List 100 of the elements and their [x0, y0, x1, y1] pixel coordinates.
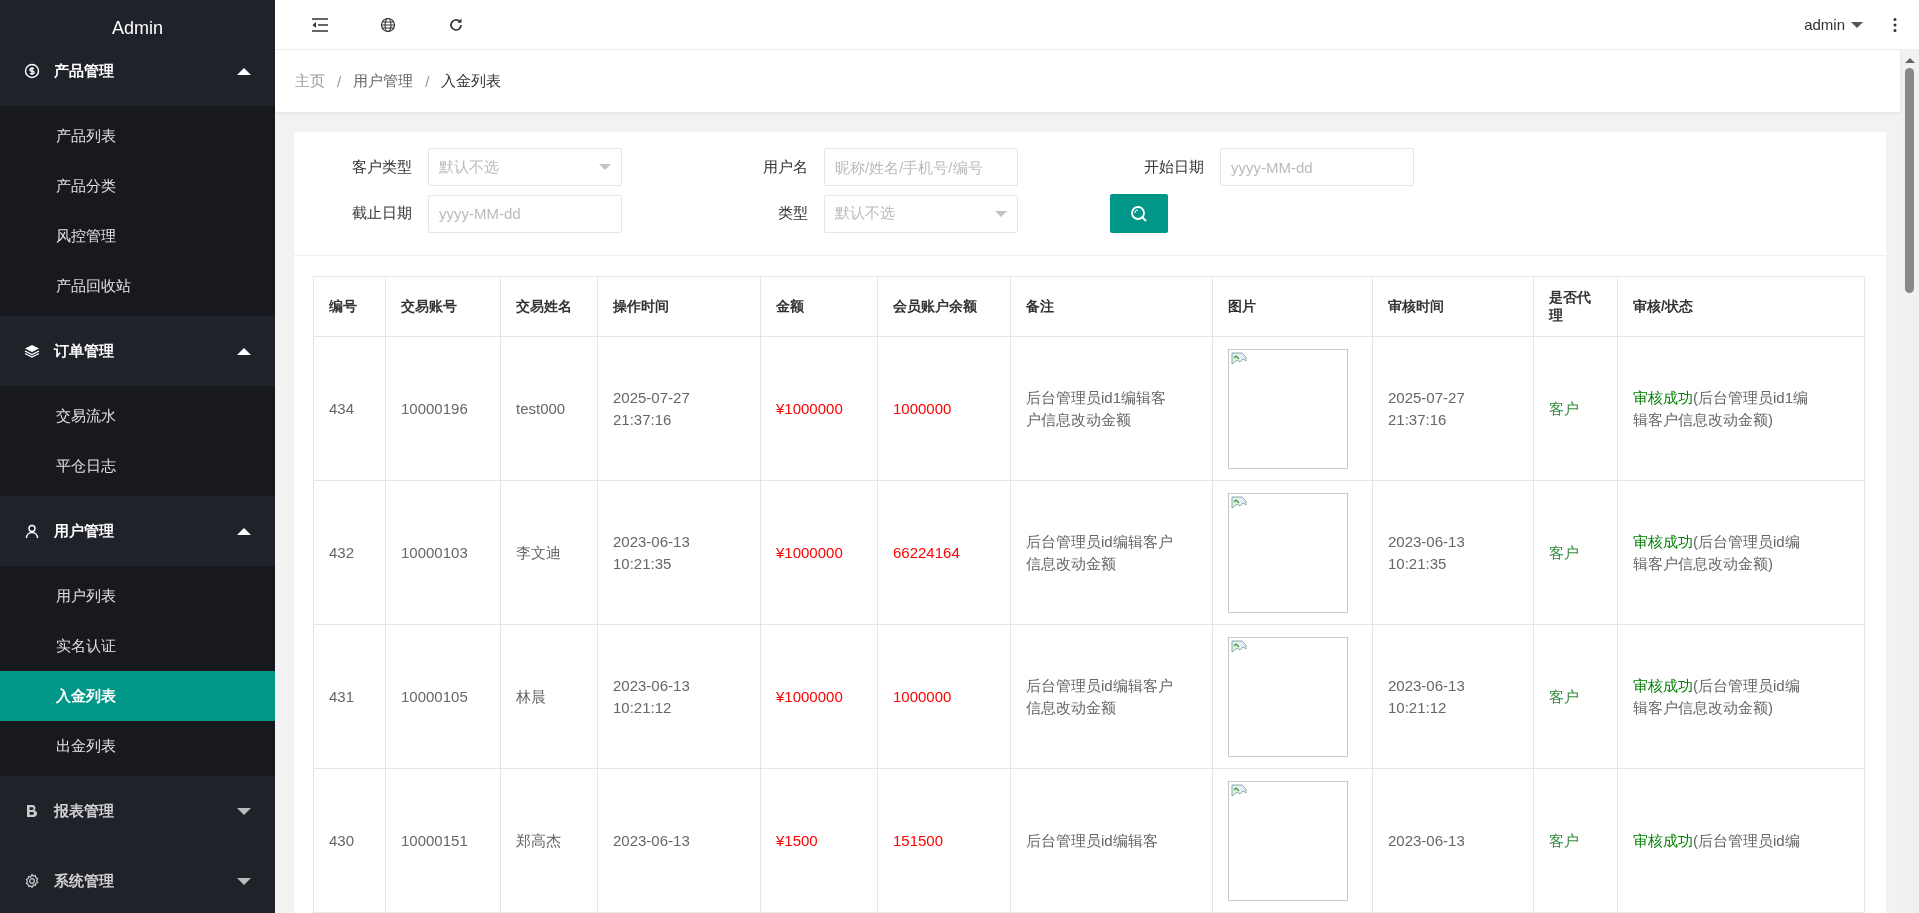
input-field[interactable]: 昵称/姓名/手机号/编号: [824, 148, 1018, 186]
filter-label: 开始日期: [1143, 157, 1204, 177]
brand-title: Admin: [111, 17, 164, 36]
menu-fold-icon[interactable]: [311, 16, 329, 33]
menu-group[interactable]: 系统管理: [0, 846, 275, 913]
table-cell: 431: [313, 624, 386, 769]
table-cell: 后台管理员id1编辑客户信息改动金额: [1010, 336, 1213, 481]
table-cell: 郑高杰: [500, 768, 598, 913]
table-cell: ¥1000000: [760, 480, 878, 625]
search-icon: [1129, 203, 1149, 224]
scrollbar[interactable]: [1900, 50, 1919, 913]
filter-label: 客户类型: [351, 157, 412, 177]
breadcrumb-separator: /: [425, 72, 430, 90]
table-cell: 审核成功(后台管理员id编辑客户信息改动金额): [1617, 624, 1865, 769]
caret-icon: [237, 67, 251, 75]
table-cell: 李文迪: [500, 480, 598, 625]
table-cell: 审核成功(后台管理员id编辑客户信息改动金额): [1617, 480, 1865, 625]
broken-image-icon: [1231, 639, 1247, 656]
table-cell: 10000103: [385, 480, 501, 625]
table-cell: 10000151: [385, 768, 501, 913]
table-cell: 后台管理员id编辑客: [1010, 768, 1213, 913]
broken-image-icon: [1231, 783, 1247, 800]
column-header: 图片: [1212, 276, 1373, 337]
table-cell: 66224164: [877, 480, 1011, 625]
user-icon: [24, 523, 40, 539]
table-cell: 10000105: [385, 624, 501, 769]
table-cell: 客户: [1533, 480, 1618, 625]
menu-group[interactable]: 报表管理: [0, 776, 275, 846]
menu-group[interactable]: 用户管理: [0, 496, 275, 566]
breadcrumb-link[interactable]: 用户管理: [353, 71, 414, 91]
table-cell: 1000000: [877, 336, 1011, 481]
table-cell: 后台管理员id编辑客户信息改动金额: [1010, 480, 1213, 625]
table-cell: 10000196: [385, 336, 501, 481]
menu-item[interactable]: 产品回收站: [0, 261, 275, 311]
table-cell: 2023-06-13: [1372, 768, 1534, 913]
filter-label: 用户名: [762, 157, 808, 177]
menu-item[interactable]: 产品列表: [0, 111, 275, 161]
filter-label: 类型: [777, 204, 808, 223]
table-cell: 后台管理员id编辑客户信息改动金额: [1010, 624, 1213, 769]
table-cell: 2023-06-13 10:21:12: [597, 624, 761, 769]
menu-item[interactable]: 出金列表: [0, 721, 275, 771]
menu-item[interactable]: 平仓日志: [0, 441, 275, 491]
user-menu[interactable]: admin: [1804, 16, 1845, 33]
search-button[interactable]: [1110, 194, 1168, 233]
column-header: 金额: [760, 276, 878, 337]
column-header: 审核/状态: [1617, 276, 1865, 337]
broken-image-icon: [1231, 495, 1247, 512]
caret-icon: [237, 347, 251, 355]
table-cell: ¥1000000: [760, 624, 878, 769]
column-header: 操作时间: [597, 276, 761, 337]
table-cell: test000: [500, 336, 598, 481]
table-cell: 151500: [877, 768, 1011, 913]
globe-icon[interactable]: [379, 16, 397, 33]
breadcrumb-separator: /: [337, 72, 342, 90]
table-cell: 2025-07-27 21:37:16: [1372, 336, 1534, 481]
table-cell: 客户: [1533, 336, 1618, 481]
menu-item[interactable]: 风控管理: [0, 211, 275, 261]
table-cell: 2023-06-13: [597, 768, 761, 913]
layers-icon: [24, 343, 40, 359]
more-vertical-icon[interactable]: [1893, 16, 1897, 33]
menu-group[interactable]: 产品管理: [0, 36, 275, 106]
column-header: 会员账户余额: [877, 276, 1011, 337]
table-cell: 430: [313, 768, 386, 913]
table-cell: 审核成功(后台管理员id1编辑客户信息改动金额): [1617, 336, 1865, 481]
table-cell: 客户: [1533, 768, 1618, 913]
caret-icon: [1851, 21, 1863, 28]
menu-item[interactable]: 实名认证: [0, 621, 275, 671]
menu-item[interactable]: 产品分类: [0, 161, 275, 211]
table-cell: 432: [313, 480, 386, 625]
caret-icon: [237, 527, 251, 535]
caret-icon: [237, 877, 251, 885]
caret-icon: [599, 164, 611, 170]
menu-item[interactable]: 交易流水: [0, 391, 275, 441]
table-cell: 2025-07-27 21:37:16: [597, 336, 761, 481]
column-header: 编号: [313, 276, 386, 337]
gear-icon: [24, 873, 40, 889]
table-cell: 林晨: [500, 624, 598, 769]
breadcrumb-link[interactable]: 入金列表: [441, 71, 502, 91]
menu-item[interactable]: 入金列表: [0, 671, 275, 721]
menu-item[interactable]: 用户列表: [0, 571, 275, 621]
input-field[interactable]: yyyy-MM-dd: [428, 194, 622, 233]
caret-icon: [995, 210, 1007, 217]
table-cell: 434: [313, 336, 386, 481]
table-cell: ¥1000000: [760, 336, 878, 481]
column-header: 交易姓名: [500, 276, 598, 337]
menu-group[interactable]: 订单管理: [0, 316, 275, 386]
table-cell: 审核成功(后台管理员id编: [1617, 768, 1865, 913]
dollar-icon: [24, 63, 40, 79]
table-cell: ¥1500: [760, 768, 878, 913]
column-header: 交易账号: [385, 276, 501, 337]
filter-label: 截止日期: [351, 204, 412, 223]
table-cell: 客户: [1533, 624, 1618, 769]
input-field[interactable]: yyyy-MM-dd: [1220, 148, 1414, 186]
column-header: 是否代理: [1533, 276, 1618, 337]
broken-image-icon: [1231, 351, 1247, 368]
bold-b-icon: [24, 803, 40, 819]
table-cell: 2023-06-13 10:21:35: [1372, 480, 1534, 625]
caret-icon: [237, 807, 251, 815]
table-cell: 2023-06-13 10:21:35: [597, 480, 761, 625]
refresh-icon[interactable]: [447, 16, 465, 33]
